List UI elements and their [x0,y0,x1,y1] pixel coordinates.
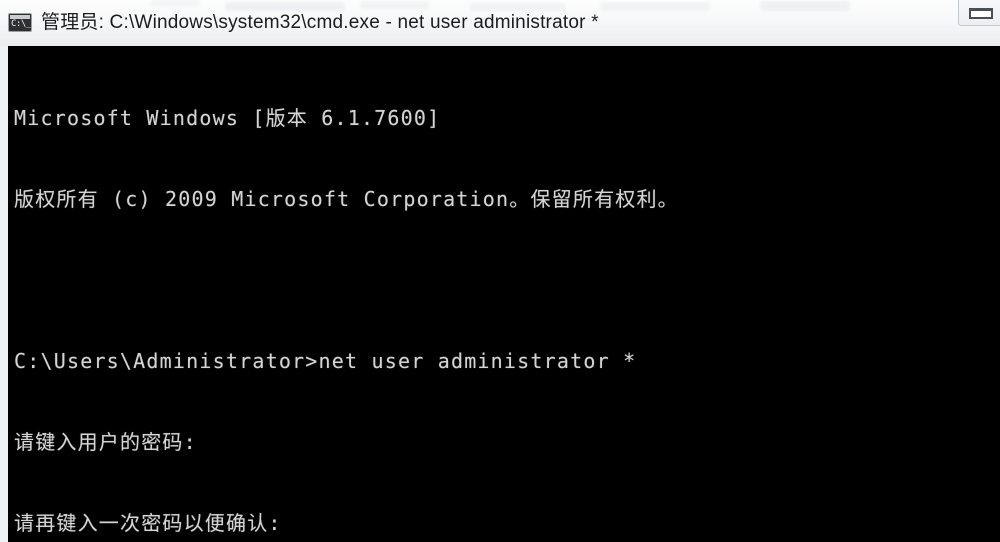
console-text-block: Microsoft Windows [版本 6.1.7600] 版权所有 (c)… [14,51,994,542]
restore-window-button[interactable] [958,0,1000,26]
console-frame: Microsoft Windows [版本 6.1.7600] 版权所有 (c)… [0,46,1000,542]
window-title-text: 管理员: C:\Windows\system32\cmd.exe - net u… [41,12,599,33]
titlebar-artifact [760,1,850,11]
console-command-line: C:\Users\Administrator>net user administ… [14,349,637,373]
console-output-area[interactable]: Microsoft Windows [版本 6.1.7600] 版权所有 (c)… [8,46,1000,542]
console-line: 版权所有 (c) 2009 Microsoft Corporation。保留所有… [14,187,679,211]
cmd-window: C:\_ 管理员: C:\Windows\system32\cmd.exe - … [0,0,1000,542]
console-line: Microsoft Windows [版本 6.1.7600] [14,106,441,130]
titlebar-artifact [150,0,200,7]
cmd-console-icon[interactable]: C:\_ [8,13,32,32]
restore-window-icon [969,8,993,19]
cmd-icon-prompt-glyph: C:\_ [11,19,31,29]
console-password-prompt: 请键入用户的密码: [14,430,197,454]
titlebar-artifact [600,2,710,11]
window-title-bar[interactable]: C:\_ 管理员: C:\Windows\system32\cmd.exe - … [0,0,1000,46]
console-password-confirm-prompt: 请再键入一次密码以便确认: [14,511,282,535]
titlebar-artifact [360,1,430,9]
